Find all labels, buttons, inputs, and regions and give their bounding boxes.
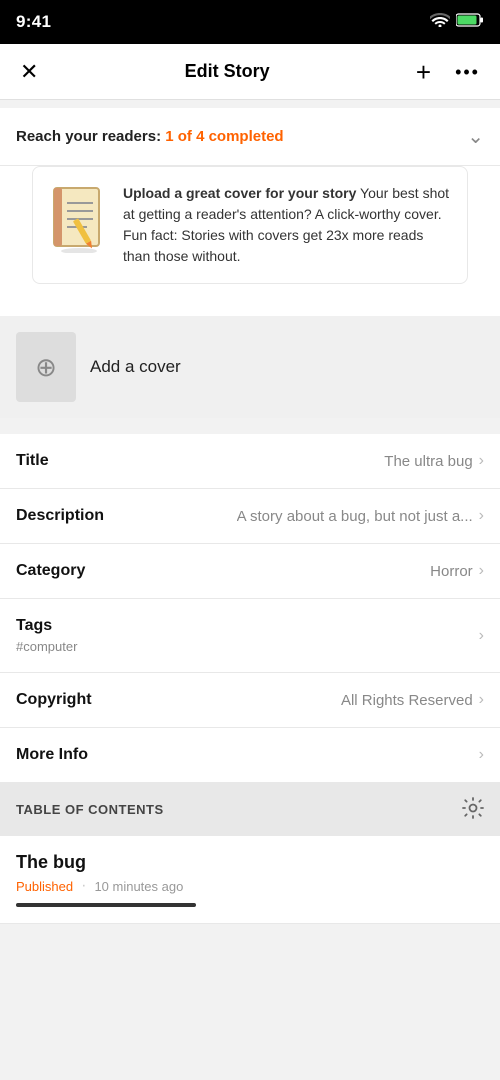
chevron-down-icon: ⌄ (467, 124, 484, 149)
description-value: A story about a bug, but not just a... (237, 508, 473, 525)
title-label: Title (16, 452, 49, 470)
readers-completed: 1 of 4 completed (165, 128, 283, 145)
wifi-icon (430, 13, 450, 32)
header: ✕ Edit Story + ••• (0, 44, 500, 100)
title-row[interactable]: Title The ultra bug › (0, 434, 500, 489)
readers-banner-text: Reach your readers: 1 of 4 completed (16, 128, 284, 145)
toc-settings-button[interactable] (462, 797, 484, 822)
toc-item-progress-bar (16, 903, 196, 907)
header-right: + ••• (412, 55, 484, 89)
toc-header: TABLE OF CONTENTS (0, 783, 500, 836)
copyright-label: Copyright (16, 691, 92, 709)
more-info-chevron-icon: › (479, 746, 484, 764)
title-chevron-icon: › (479, 452, 484, 470)
toc-item-title: The bug (16, 852, 484, 873)
tags-chevron-icon: › (479, 627, 484, 645)
toc-item[interactable]: The bug Published · 10 minutes ago (0, 836, 500, 924)
category-row-right: Horror › (430, 562, 484, 580)
description-chevron-icon: › (479, 507, 484, 525)
add-button[interactable]: + (412, 55, 435, 89)
readers-banner[interactable]: Reach your readers: 1 of 4 completed ⌄ (0, 108, 500, 166)
page-title: Edit Story (185, 61, 270, 82)
status-bar: 9:41 (0, 0, 500, 44)
description-row-right: A story about a bug, but not just a... › (237, 507, 484, 525)
add-cover-label: Add a cover (90, 357, 181, 377)
tip-card-container: Upload a great cover for your story Your… (0, 166, 500, 316)
copyright-row-left: Copyright (16, 691, 92, 709)
tags-row-left: Tags #computer (16, 617, 77, 654)
description-row-left: Description (16, 507, 104, 525)
tags-sub: #computer (16, 639, 77, 654)
more-button[interactable]: ••• (451, 59, 484, 85)
toc-item-status: Published (16, 879, 73, 894)
toc-item-time: 10 minutes ago (94, 879, 183, 894)
separator-1 (0, 426, 500, 434)
category-row-left: Category (16, 562, 85, 580)
description-label: Description (16, 507, 104, 525)
status-time: 9:41 (16, 12, 51, 32)
toc-item-separator: · (81, 877, 86, 895)
category-label: Category (16, 562, 85, 580)
category-value: Horror (430, 563, 473, 580)
more-info-label: More Info (16, 746, 88, 764)
form-section: Title The ultra bug › Description A stor… (0, 434, 500, 783)
title-value: The ultra bug (384, 453, 472, 470)
add-cover-placeholder: ⊕ (16, 332, 76, 402)
plus-circle-icon: ⊕ (35, 352, 57, 383)
tags-row-right: › (479, 627, 484, 645)
title-row-right: The ultra bug › (384, 452, 484, 470)
battery-icon (456, 13, 484, 32)
more-info-row-left: More Info (16, 746, 88, 764)
readers-prefix: Reach your readers: (16, 128, 165, 145)
tip-text: Upload a great cover for your story Your… (123, 183, 451, 267)
copyright-chevron-icon: › (479, 691, 484, 709)
toc-title: TABLE OF CONTENTS (16, 802, 164, 817)
copyright-value: All Rights Reserved (341, 692, 473, 709)
gear-icon (462, 807, 484, 822)
category-chevron-icon: › (479, 562, 484, 580)
close-button[interactable]: ✕ (16, 57, 42, 87)
tip-title: Upload a great cover for your story (123, 185, 356, 201)
copyright-row[interactable]: Copyright All Rights Reserved › (0, 673, 500, 728)
title-row-left: Title (16, 452, 49, 470)
more-info-row-right: › (479, 746, 484, 764)
category-row[interactable]: Category Horror › (0, 544, 500, 599)
description-row[interactable]: Description A story about a bug, but not… (0, 489, 500, 544)
tip-illustration (49, 183, 109, 253)
tags-label: Tags (16, 617, 77, 635)
header-left: ✕ (16, 57, 42, 87)
tags-row[interactable]: Tags #computer › (0, 599, 500, 673)
more-info-row[interactable]: More Info › (0, 728, 500, 783)
copyright-row-right: All Rights Reserved › (341, 691, 484, 709)
add-cover-section[interactable]: ⊕ Add a cover (0, 316, 500, 418)
tip-card: Upload a great cover for your story Your… (32, 166, 468, 284)
toc-item-meta: Published · 10 minutes ago (16, 877, 484, 895)
status-icons (430, 13, 484, 32)
